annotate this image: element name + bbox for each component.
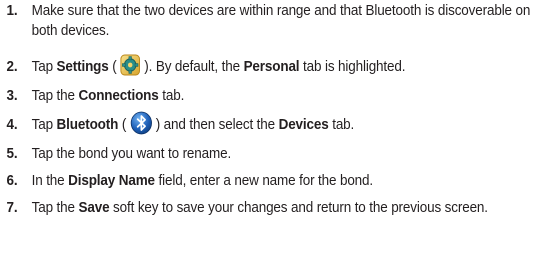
step-text: Tap the Connections tab. <box>31 88 185 104</box>
step-number: 4. <box>6 117 18 133</box>
save-label: Save <box>78 200 110 216</box>
step-number: 5. <box>6 146 18 162</box>
step-number: 2. <box>6 59 18 75</box>
step-number: 6. <box>6 173 18 189</box>
step-text: Tap Bluetooth ( ) and then select the De… <box>32 111 517 135</box>
step-number: 7. <box>6 200 18 216</box>
bluetooth-icon <box>130 111 152 135</box>
instruction-page: 1. Make sure that the two devices are wi… <box>0 0 558 260</box>
step-text: Tap the Save soft key to save your chang… <box>31 200 488 216</box>
step-number: 3. <box>6 88 18 104</box>
step-text: In the Display Name field, enter a new n… <box>31 173 374 189</box>
bluetooth-label: Bluetooth <box>56 117 119 133</box>
step-item-7: 7. Tap the Save soft key to save your ch… <box>0 198 558 218</box>
connections-label: Connections <box>78 88 159 104</box>
personal-label: Personal <box>243 59 300 75</box>
step-item-1: 1. Make sure that the two devices are wi… <box>0 1 558 41</box>
devices-label: Devices <box>278 117 329 133</box>
step-item-4: 4. Tap Bluetooth ( ) and then select the… <box>0 111 517 135</box>
step-text: Tap Settings (). By default, the Person… <box>32 54 517 77</box>
display-name-label: Display Name <box>68 173 155 189</box>
step-item-6: 6. In the Display Name field, enter a ne… <box>0 171 517 191</box>
step-text: Make sure that the two devices are withi… <box>31 3 531 39</box>
settings-icon <box>120 54 141 76</box>
step-text: Tap the bond you want to rename. <box>31 146 232 162</box>
step-item-2: 2. Tap Settings (). By default, the Per… <box>0 54 517 77</box>
settings-label: Settings <box>56 59 109 75</box>
step-item-3: 3. Tap the Connections tab. <box>0 86 517 106</box>
step-item-5: 5. Tap the bond you want to rename. <box>0 144 517 164</box>
step-number: 1. <box>6 3 18 19</box>
